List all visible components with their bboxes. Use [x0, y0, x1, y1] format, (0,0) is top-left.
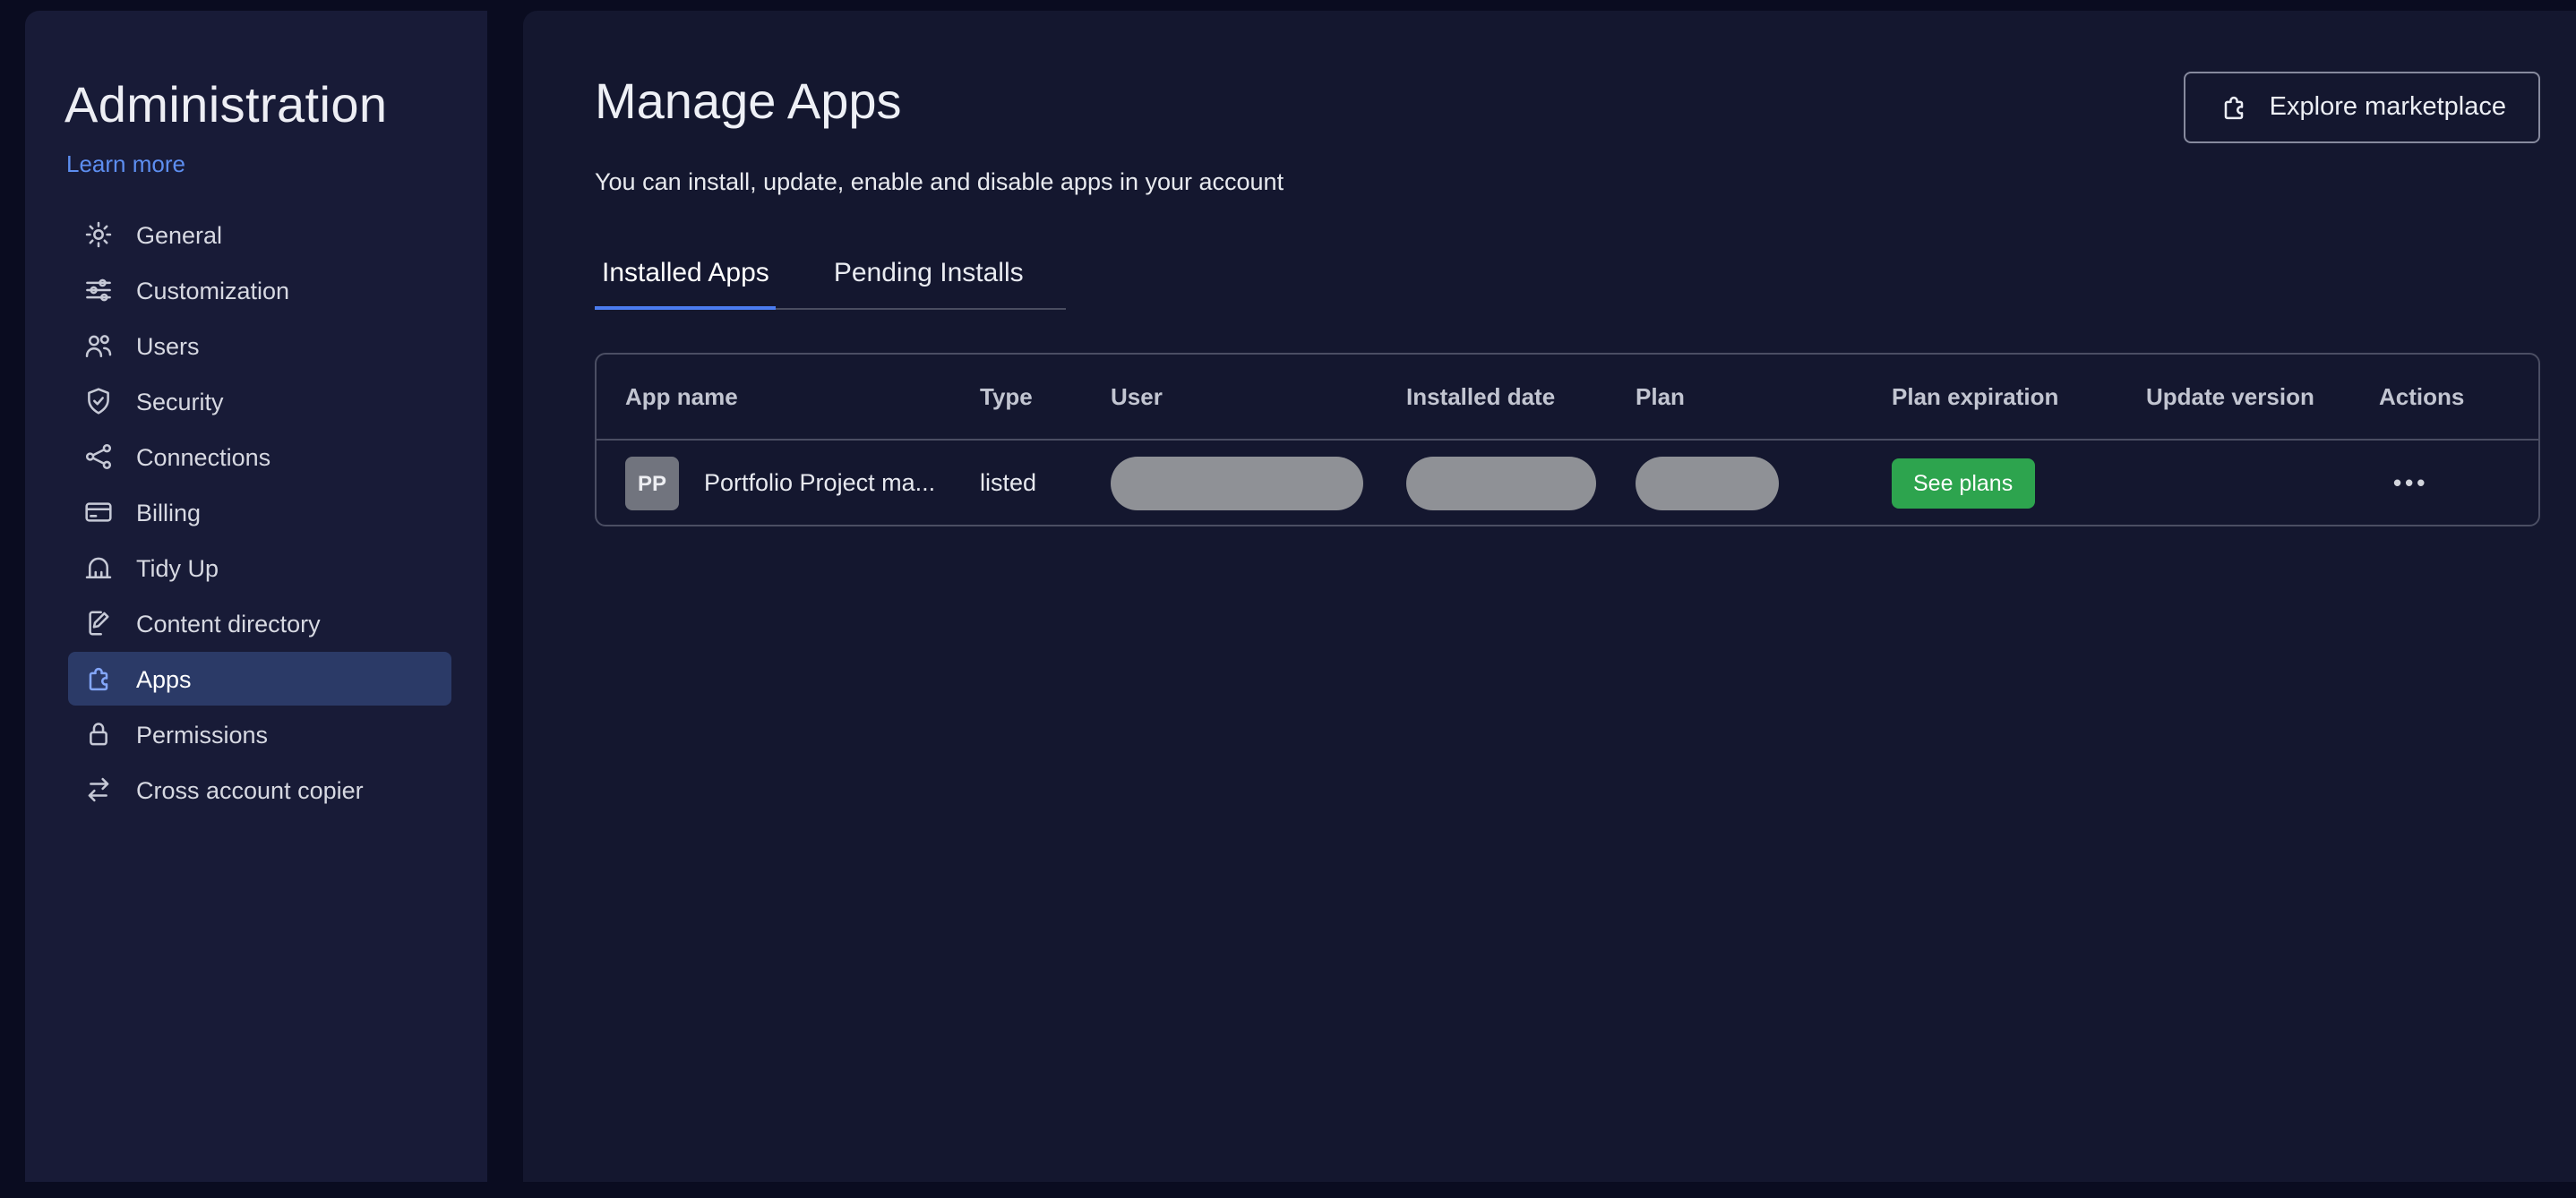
puzzle-icon: [2218, 90, 2252, 124]
app-name: Portfolio Project ma...: [704, 469, 936, 496]
transfer-arrows-icon: [82, 774, 115, 806]
sidebar-item-apps[interactable]: Apps: [68, 652, 451, 706]
column-header-app-name: App name: [625, 383, 738, 410]
table-row: PP Portfolio Project ma... listed See pl…: [597, 441, 2538, 525]
sliders-icon: [82, 274, 115, 306]
sidebar-item-label: Customization: [136, 277, 290, 304]
gear-icon: [82, 218, 115, 251]
explore-marketplace-button[interactable]: Explore marketplace: [2183, 72, 2540, 143]
admin-page: Administration Learn more General Customi…: [0, 0, 2576, 1198]
shield-icon: [82, 385, 115, 417]
actions-menu-icon[interactable]: •••: [2393, 468, 2428, 495]
column-header-update-version: Update version: [2146, 383, 2314, 410]
main-panel: Manage Apps Explore marketplace You can …: [523, 11, 2576, 1182]
sidebar-item-tidy-up[interactable]: Tidy Up: [68, 541, 451, 595]
column-header-plan: Plan: [1636, 383, 1685, 410]
sidebar-item-label: Cross account copier: [136, 776, 364, 803]
sidebar-item-cross-account-copier[interactable]: Cross account copier: [68, 763, 451, 817]
apps-table: App name Type User Installed date Plan Plan e…: [595, 353, 2540, 526]
installed-date-cell: [1406, 456, 1636, 509]
sidebar-nav: General Customization Users Security Connect…: [25, 208, 487, 817]
column-header-type: Type: [980, 383, 1033, 410]
redacted-user-value: [1111, 456, 1363, 509]
redacted-installed-date-value: [1406, 456, 1596, 509]
column-header-actions: Actions: [2379, 383, 2465, 410]
user-cell: [1111, 456, 1406, 509]
tabs: Installed Apps Pending Installs: [595, 258, 1067, 310]
sidebar-item-security[interactable]: Security: [68, 374, 451, 428]
tidy-up-icon: [82, 552, 115, 584]
sidebar-item-connections[interactable]: Connections: [68, 430, 451, 483]
actions-cell: •••: [2379, 466, 2538, 499]
sidebar-item-label: Apps: [136, 665, 192, 692]
learn-more-link[interactable]: Learn more: [66, 150, 487, 179]
sidebar-item-label: Permissions: [136, 721, 269, 748]
see-plans-button[interactable]: See plans: [1892, 458, 2035, 508]
sidebar-item-label: Content directory: [136, 610, 321, 637]
sidebar-item-label: Security: [136, 388, 224, 415]
app-avatar: PP: [625, 456, 679, 509]
plan-cell: [1636, 456, 1892, 509]
sidebar-item-general[interactable]: General: [68, 208, 451, 261]
sidebar-item-permissions[interactable]: Permissions: [68, 707, 451, 761]
sidebar-item-users[interactable]: Users: [68, 319, 451, 372]
page-title: Manage Apps: [595, 73, 902, 129]
app-name-cell: PP Portfolio Project ma...: [625, 456, 980, 509]
page-header: Manage Apps Explore marketplace: [595, 72, 2540, 143]
column-header-plan-expiration: Plan expiration: [1892, 383, 2059, 410]
sidebar-title: Administration: [64, 77, 388, 133]
document-edit-icon: [82, 607, 115, 639]
sidebar-item-label: Tidy Up: [136, 554, 219, 581]
lock-icon: [82, 718, 115, 750]
sidebar-item-label: Connections: [136, 443, 271, 470]
sidebar-item-billing[interactable]: Billing: [68, 485, 451, 539]
plan-expiration-cell: See plans: [1892, 458, 2146, 508]
tab-installed-apps[interactable]: Installed Apps: [595, 258, 777, 310]
update-version-cell: [2146, 482, 2379, 483]
explore-marketplace-label: Explore marketplace: [2269, 93, 2506, 122]
connections-icon: [82, 441, 115, 473]
sidebar-item-label: Users: [136, 332, 200, 359]
puzzle-icon: [82, 663, 115, 695]
page-subtitle: You can install, update, enable and disa…: [595, 168, 1284, 195]
sidebar-item-content-directory[interactable]: Content directory: [68, 596, 451, 650]
users-icon: [82, 329, 115, 362]
tabs-row: Installed Apps Pending Installs: [595, 258, 2540, 310]
sidebar-item-customization[interactable]: Customization: [68, 263, 451, 317]
credit-card-icon: [82, 496, 115, 528]
sidebar-item-label: General: [136, 221, 223, 248]
column-header-user: User: [1111, 383, 1163, 410]
column-header-installed-date: Installed date: [1406, 383, 1556, 410]
sidebar-item-label: Billing: [136, 499, 202, 526]
tab-pending-installs[interactable]: Pending Installs: [827, 258, 1031, 308]
app-type: listed: [980, 469, 1037, 496]
redacted-plan-value: [1636, 456, 1779, 509]
table-header-row: App name Type User Installed date Plan Plan e…: [597, 355, 2538, 441]
admin-sidebar: Administration Learn more General Customi…: [25, 11, 487, 1182]
